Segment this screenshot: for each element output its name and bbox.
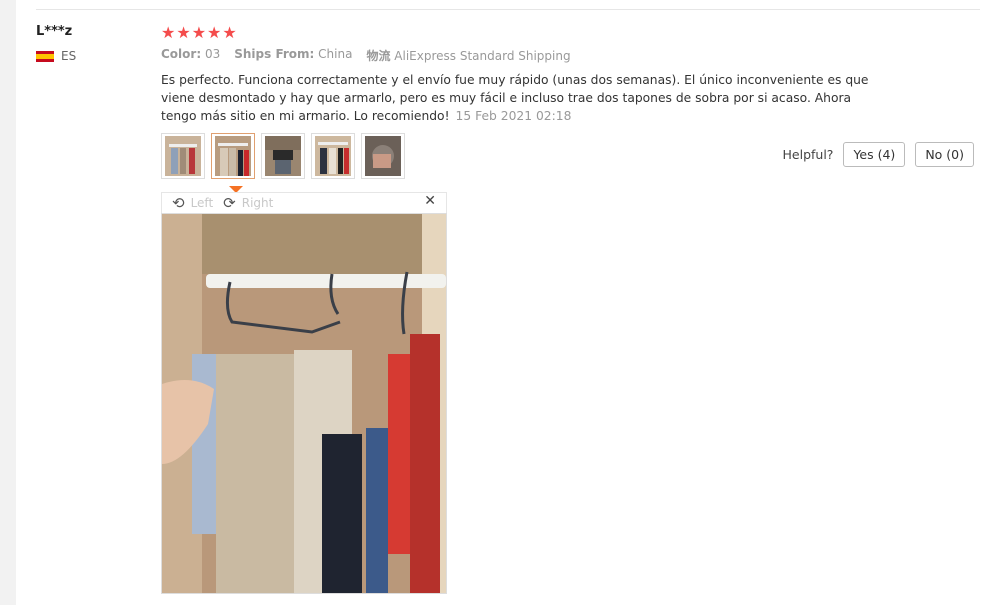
order-meta: Color: 03 Ships From: China 物流 AliExpres…	[161, 47, 981, 64]
spain-flag-icon	[36, 50, 54, 62]
close-icon[interactable]: ✕	[424, 193, 436, 209]
thumbnail-image	[315, 136, 351, 176]
star-icon: ★	[161, 23, 176, 42]
rotate-left-button[interactable]: ⟲ Left	[172, 194, 213, 212]
ships-from-value: China	[318, 47, 353, 61]
helpful-yes-button[interactable]: Yes (4)	[843, 142, 906, 167]
thumbnail-image	[165, 136, 201, 176]
color-value: 03	[204, 47, 221, 61]
rotate-left-label: Left	[190, 196, 214, 210]
helpful-vote: Helpful? Yes (4) No (0)	[783, 142, 974, 167]
star-icon: ★	[191, 23, 207, 42]
rotate-right-label: Right	[241, 196, 274, 210]
review-text-block: Es perfecto. Funciona correctamente y el…	[161, 71, 871, 125]
thumbnail-photo-5[interactable]	[361, 133, 405, 179]
star-rating: ★ ★ ★ ★ ★	[161, 24, 981, 42]
star-icon: ★	[207, 23, 222, 42]
review-date: 15 Feb 2021 02:18	[455, 109, 572, 123]
rotate-left-icon: ⟲	[172, 194, 185, 212]
reviewer-name: L***z	[36, 24, 73, 39]
logistics-value: AliExpress Standard Shipping	[394, 49, 571, 63]
reviewer-country: ES	[36, 49, 76, 63]
thumbnail-image	[365, 136, 401, 176]
thumbnail-photo-3[interactable]	[261, 133, 305, 179]
thumbnail-image	[215, 136, 251, 176]
thumbnail-photo-4[interactable]	[311, 133, 355, 179]
rotate-right-button[interactable]: ⟳ Right	[223, 194, 273, 212]
logistics-label: 物流	[366, 49, 391, 63]
reviewer-info: L***z ES	[36, 24, 76, 63]
color-label: Color:	[161, 47, 202, 61]
helpful-no-button[interactable]: No (0)	[915, 142, 974, 167]
star-icon: ★	[176, 23, 191, 42]
thumbnail-image	[265, 136, 301, 176]
helpful-label: Helpful?	[782, 147, 834, 162]
review-photo	[161, 213, 447, 594]
star-icon: ★	[222, 23, 237, 42]
review-card: L***z ES ★ ★ ★ ★ ★ Color: 03 Ships From:…	[16, 0, 994, 605]
rotate-right-icon: ⟳	[223, 194, 236, 212]
photo-viewer-toolbar: ⟲ Left ⟳ Right ✕	[161, 192, 447, 213]
thumbnail-photo-2[interactable]	[211, 133, 255, 179]
divider	[36, 9, 980, 10]
photo-viewer: ⟲ Left ⟳ Right ✕	[161, 192, 447, 594]
thumbnail-photo-1[interactable]	[161, 133, 205, 179]
country-code: ES	[61, 49, 77, 63]
ships-from-label: Ships From:	[234, 47, 315, 61]
